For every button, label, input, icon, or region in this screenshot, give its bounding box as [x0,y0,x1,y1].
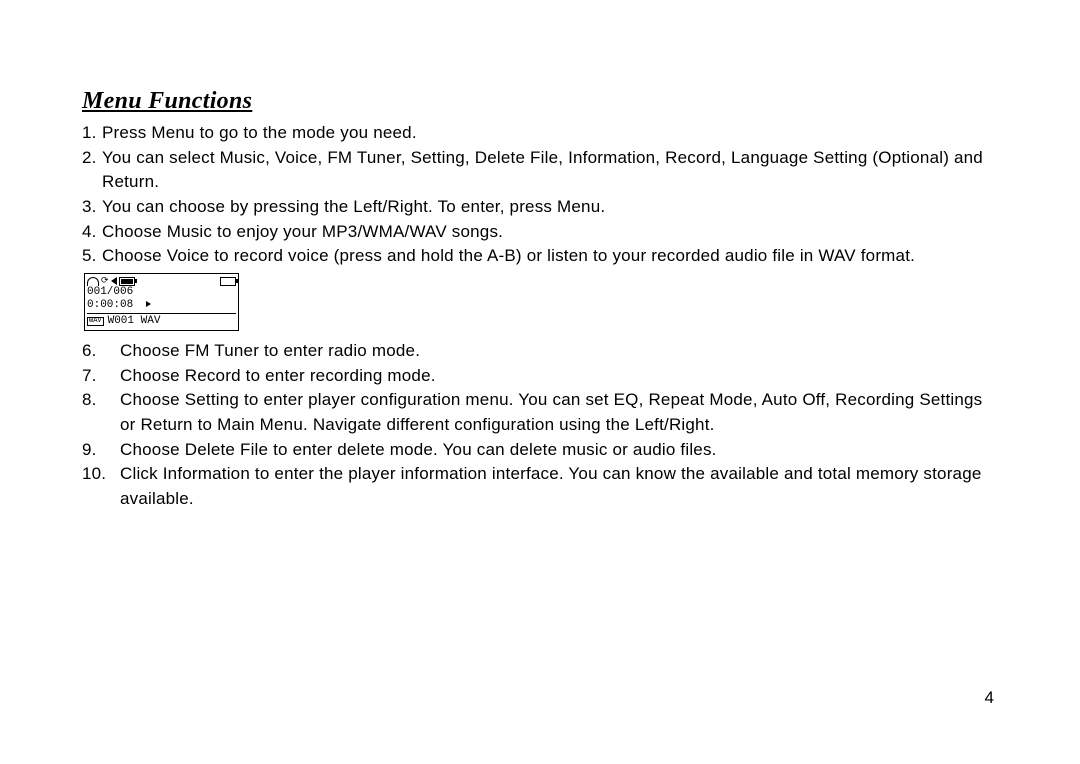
list-item: 4. Choose Music to enjoy your MP3/WMA/WA… [82,220,1000,245]
lcd-file-row: WAV W001 WAV [87,313,236,328]
item-number: 6. [82,339,120,364]
lcd-status-bar: ⟳ [87,276,236,286]
item-number: 9. [82,438,120,463]
list-item: 5. Choose Voice to record voice (press a… [82,244,1000,269]
item-text: You can choose by pressing the Left/Righ… [102,195,1000,220]
item-text: Choose Voice to record voice (press and … [102,244,1000,269]
list-item: 2. You can select Music, Voice, FM Tuner… [82,146,1000,195]
item-number: 5. [82,244,102,269]
speaker-icon [111,277,117,285]
item-number: 3. [82,195,102,220]
repeat-icon: ⟳ [101,276,109,286]
list-item: 3. You can choose by pressing the Left/R… [82,195,1000,220]
item-number: 1. [82,121,102,146]
play-icon [146,301,151,307]
lcd-filename: W001 WAV [108,315,161,328]
item-text: Click Information to enter the player in… [120,462,1000,511]
device-lcd-illustration: ⟳ 001/006 0:00:08 WAV W001 WAV [84,273,239,331]
list-item: 10. Click Information to enter the playe… [82,462,1000,511]
item-text: Choose Setting to enter player configura… [120,388,1000,437]
item-number: 2. [82,146,102,195]
item-number: 7. [82,364,120,389]
list-item: 1. Press Menu to go to the mode you need… [82,121,1000,146]
filetype-badge: WAV [87,317,104,326]
lcd-elapsed-time: 0:00:08 [87,299,133,311]
instruction-list-bottom: 6. Choose FM Tuner to enter radio mode. … [82,339,1000,511]
item-text: You can select Music, Voice, FM Tuner, S… [102,146,1000,195]
page-number: 4 [985,688,994,708]
instruction-list-top: 1. Press Menu to go to the mode you need… [82,121,1000,269]
volume-bar-icon [119,277,135,286]
item-number: 10. [82,462,120,511]
lcd-track-count: 001/006 [87,286,236,299]
item-number: 8. [82,388,120,437]
battery-icon [220,277,236,286]
item-text: Press Menu to go to the mode you need. [102,121,1000,146]
item-number: 4. [82,220,102,245]
item-text: Choose FM Tuner to enter radio mode. [120,339,1000,364]
section-heading: Menu Functions [82,88,1000,115]
item-text: Choose Record to enter recording mode. [120,364,1000,389]
item-text: Choose Music to enjoy your MP3/WMA/WAV s… [102,220,1000,245]
lcd-time-row: 0:00:08 [87,299,236,312]
list-item: 9. Choose Delete File to enter delete mo… [82,438,1000,463]
headphone-icon [87,277,99,286]
list-item: 8. Choose Setting to enter player config… [82,388,1000,437]
item-text: Choose Delete File to enter delete mode.… [120,438,1000,463]
list-item: 7. Choose Record to enter recording mode… [82,364,1000,389]
list-item: 6. Choose FM Tuner to enter radio mode. [82,339,1000,364]
